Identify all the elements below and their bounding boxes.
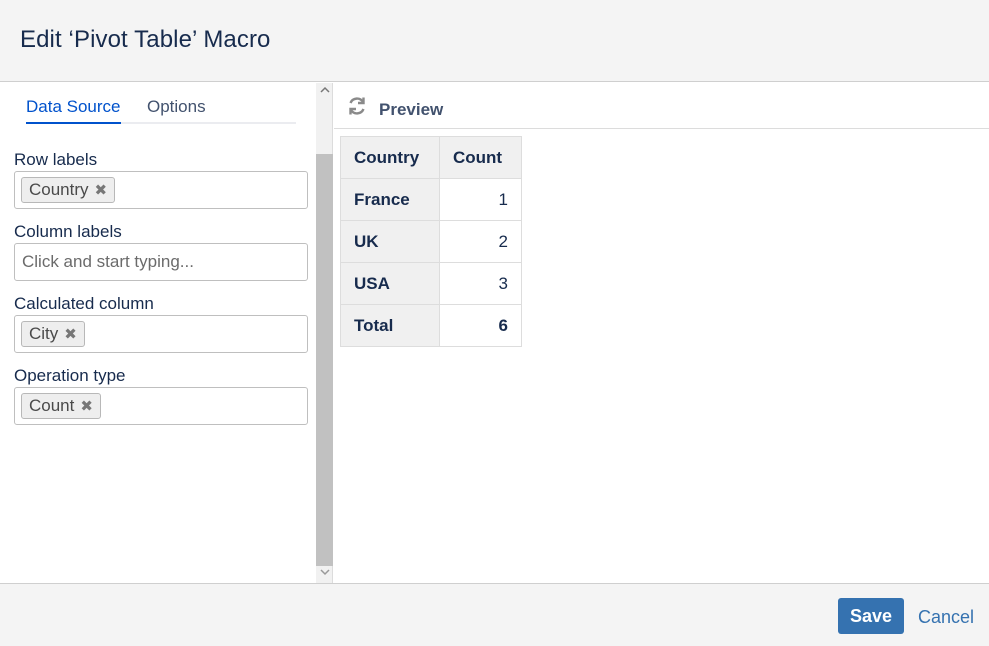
row-labels-field[interactable]: Country ✖ [14, 171, 308, 209]
remove-token-icon[interactable]: ✖ [80, 395, 93, 419]
scroll-down-arrow-icon[interactable] [316, 567, 333, 581]
cancel-link[interactable]: Cancel [918, 607, 974, 628]
tab-data-source[interactable]: Data Source [26, 97, 121, 124]
row-label: France [341, 179, 440, 221]
column-labels-input[interactable] [16, 245, 306, 279]
save-button[interactable]: Save [838, 598, 904, 634]
token-country: Country ✖ [21, 177, 115, 203]
row-value: 3 [440, 263, 522, 305]
operation-type-label: Operation type [14, 366, 126, 386]
dialog-title: Edit ‘Pivot Table’ Macro [20, 26, 271, 54]
scrollbar-thumb[interactable] [316, 154, 333, 566]
row-value: 2 [440, 221, 522, 263]
row-label: UK [341, 221, 440, 263]
tab-options[interactable]: Options [147, 97, 206, 124]
pivot-preview-table: Country Count France 1 UK 2 USA 3 Total … [340, 136, 522, 347]
column-labels-label: Column labels [14, 222, 122, 242]
preview-label: Preview [379, 100, 443, 120]
calculated-column-label: Calculated column [14, 294, 154, 314]
total-row: Total 6 [341, 305, 522, 347]
dialog-footer: Save Cancel [0, 583, 989, 646]
table-row: UK 2 [341, 221, 522, 263]
column-header-count: Count [440, 137, 522, 179]
table-header-row: Country Count [341, 137, 522, 179]
token-label: Count [29, 396, 74, 415]
dialog-header: Edit ‘Pivot Table’ Macro [0, 0, 989, 82]
token-city: City ✖ [21, 321, 85, 347]
row-label: USA [341, 263, 440, 305]
token-label: City [29, 324, 58, 343]
tab-bar: Data Source Options [26, 97, 296, 124]
preview-bar: Preview [334, 83, 989, 129]
remove-token-icon[interactable]: ✖ [95, 179, 108, 203]
table-row: France 1 [341, 179, 522, 221]
column-labels-field[interactable] [14, 243, 308, 281]
total-label: Total [341, 305, 440, 347]
operation-type-field[interactable]: Count ✖ [14, 387, 308, 425]
table-row: USA 3 [341, 263, 522, 305]
token-label: Country [29, 180, 89, 199]
scroll-up-arrow-icon[interactable] [316, 85, 333, 99]
column-header-country: Country [341, 137, 440, 179]
remove-token-icon[interactable]: ✖ [64, 323, 77, 347]
row-value: 1 [440, 179, 522, 221]
macro-settings-panel: Data Source Options Row labels Country✖ … [0, 83, 316, 583]
token-count: Count ✖ [21, 393, 101, 419]
total-value: 6 [440, 305, 522, 347]
refresh-icon[interactable] [346, 95, 368, 117]
row-labels-label: Row labels [14, 150, 97, 170]
settings-scrollbar[interactable] [316, 83, 333, 583]
calculated-column-field[interactable]: City ✖ [14, 315, 308, 353]
